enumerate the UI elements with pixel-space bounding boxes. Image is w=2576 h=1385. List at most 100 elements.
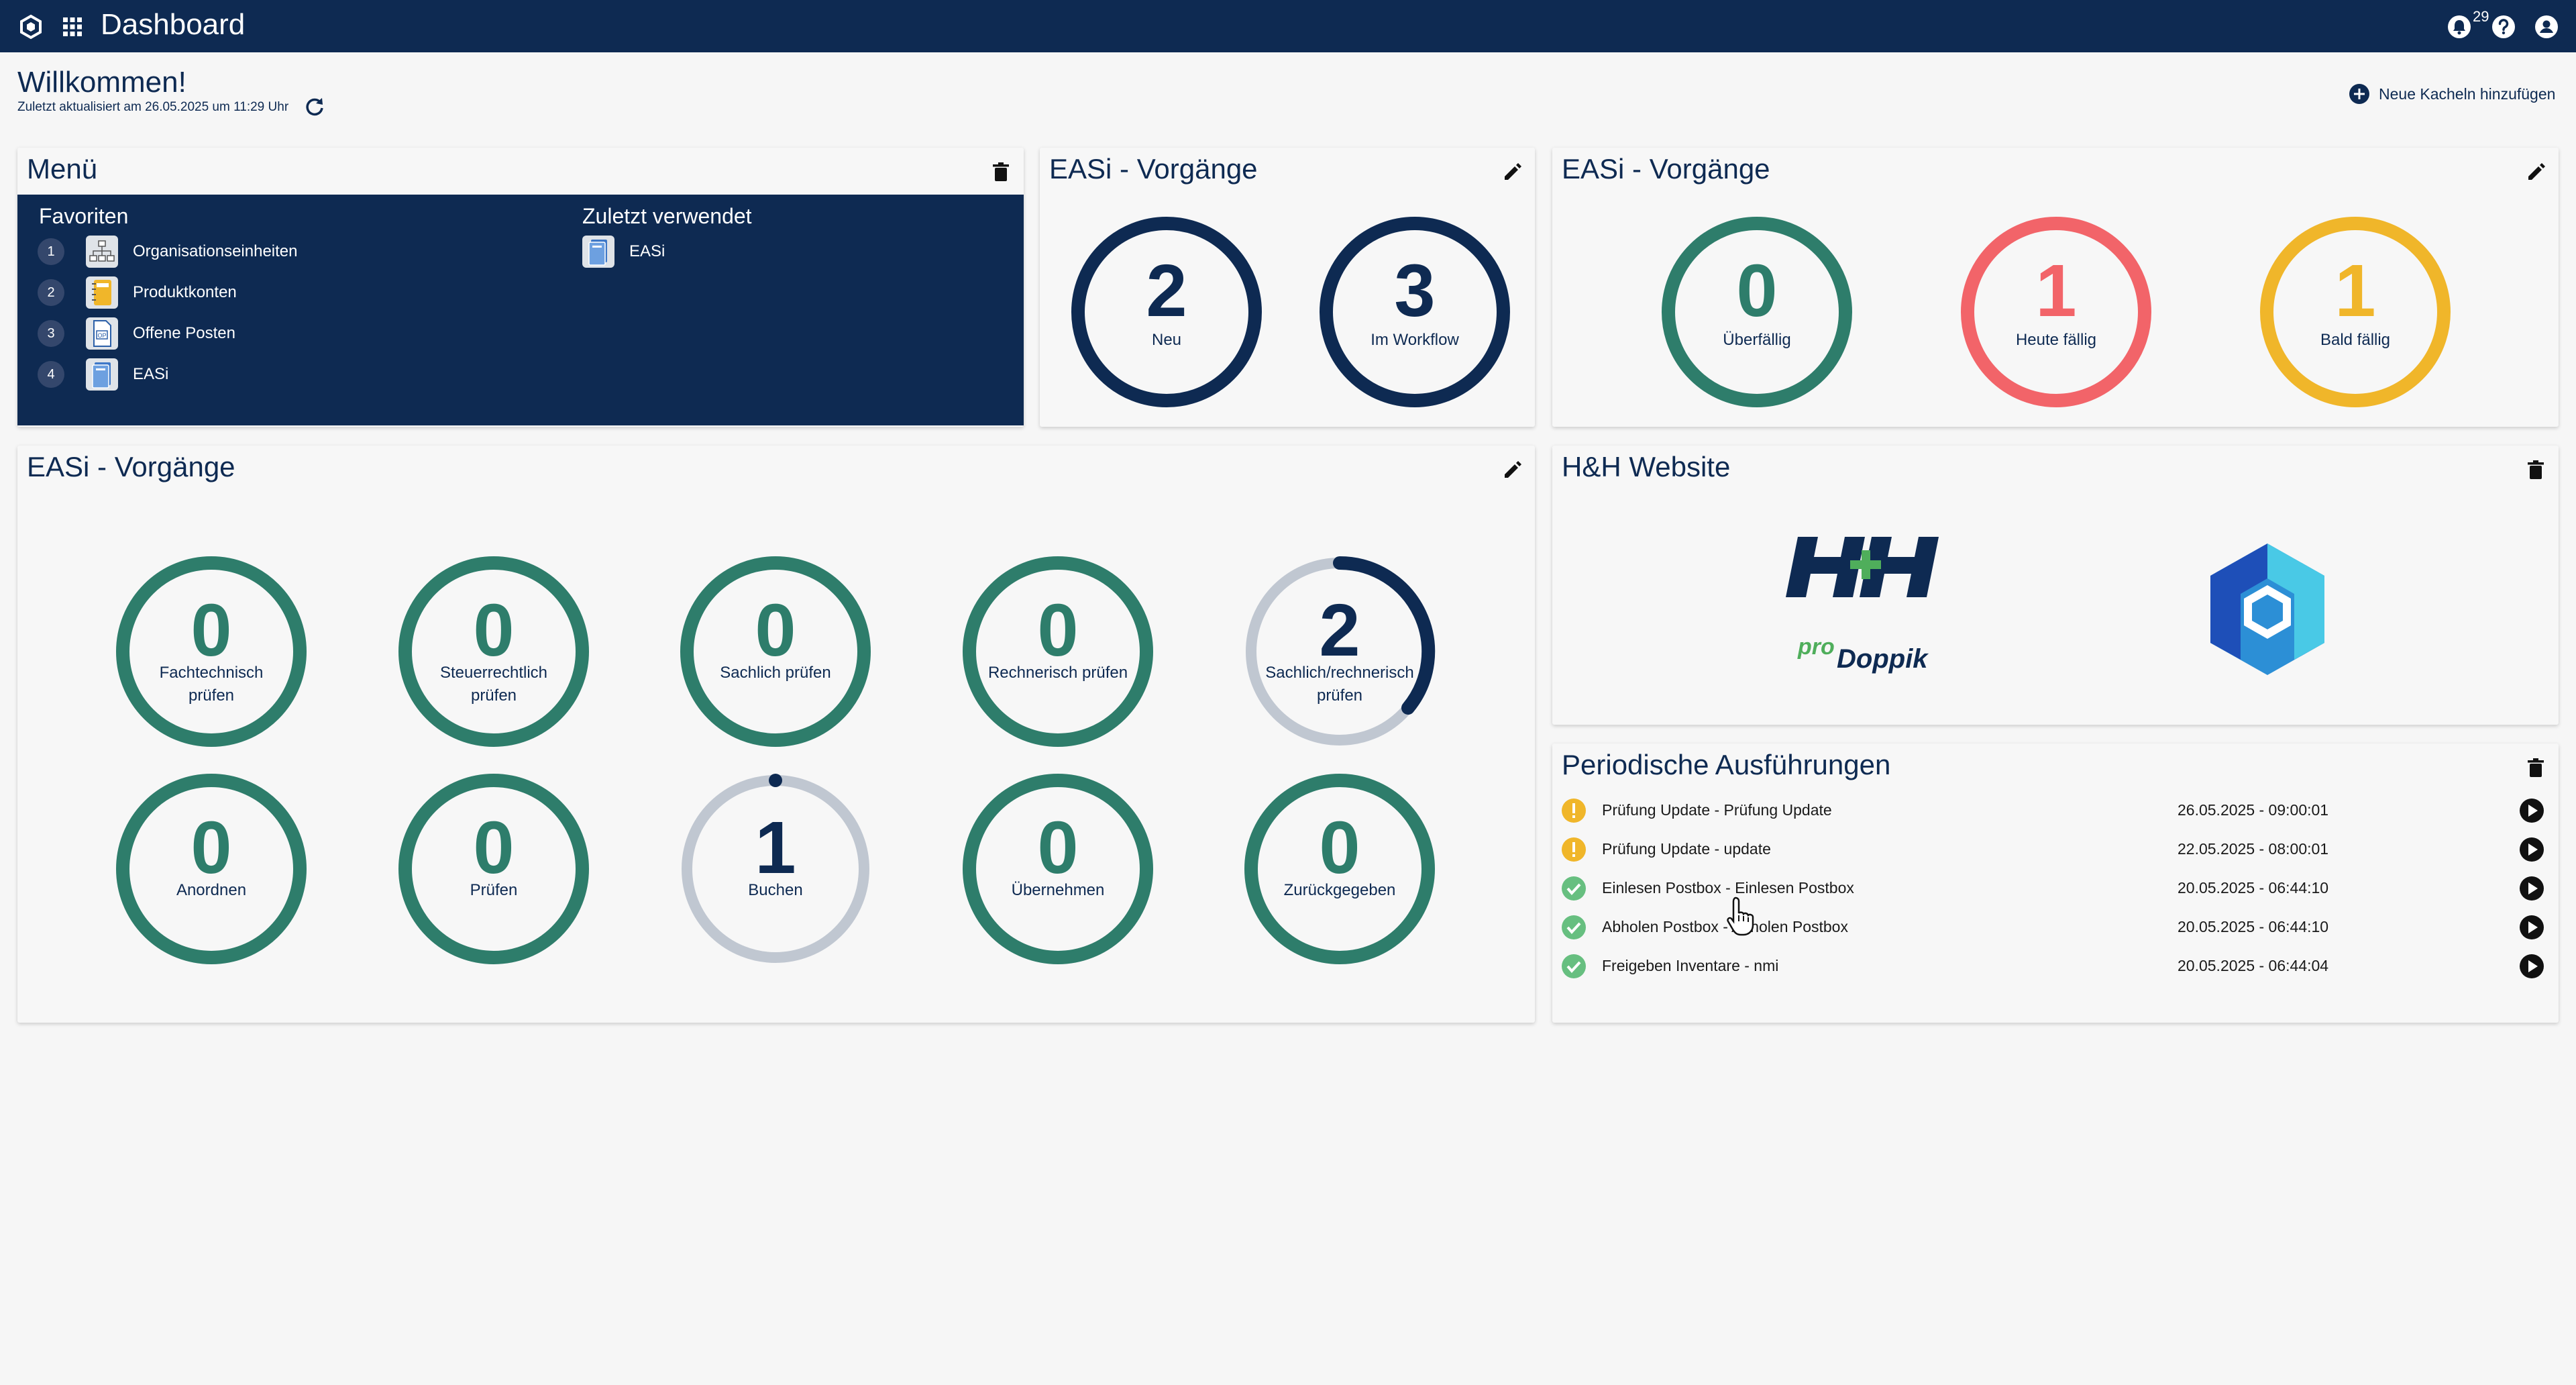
website-card-title: H&H Website	[1562, 451, 1731, 482]
gauge-label-line-2: prüfen	[1316, 686, 1363, 705]
gauge-value: 0	[473, 589, 515, 672]
gauge-label-line-2: prüfen	[470, 686, 517, 705]
menu-card-title: Menü	[27, 153, 98, 185]
gauge-label-line-1: Sachlich prüfen	[720, 664, 831, 682]
add-tiles-label: Neue Kacheln hinzufügen	[2379, 85, 2556, 103]
gauge-sachlich-rechnerisch-pruefen[interactable]: 2 Sachlich/rechnerisch prüfen	[1242, 554, 1437, 749]
gauge-ueberfaellig[interactable]: 0 Überfällig	[1660, 215, 1854, 409]
periodic-date: 20.05.2025 - 06:44:04	[2178, 957, 2329, 974]
periodic-row: Abholen Postbox - Abholen Postbox 20.05.…	[1552, 913, 2559, 942]
gauge-fachtechnisch-pruefen[interactable]: 0 Fachtechnisch prüfen	[114, 554, 309, 749]
favorite-number: 4	[38, 361, 64, 388]
recent-item[interactable]: EASi	[582, 235, 665, 268]
add-tiles-button[interactable]: Neue Kacheln hinzufügen	[2348, 81, 2555, 107]
gauge-label-line-1: Rechnerisch prüfen	[987, 664, 1128, 682]
periodic-executions-card: Periodische Ausführungen Prüfung Update …	[1552, 743, 2559, 1023]
recent-heading: Zuletzt verwendet	[582, 204, 752, 228]
account-icon[interactable]	[2532, 12, 2561, 42]
gauge-value: 0	[1037, 807, 1079, 889]
favorite-item[interactable]: 4 EASi	[38, 358, 168, 391]
gauge-pruefen[interactable]: 0 Prüfen	[396, 772, 591, 966]
gauge-uebernehmen[interactable]: 0 Übernehmen	[961, 772, 1155, 966]
notebook-icon	[86, 276, 118, 309]
play-icon[interactable]	[2518, 797, 2545, 824]
bell-icon[interactable]	[2445, 12, 2474, 42]
periodic-name: Einlesen Postbox - Einlesen Postbox	[1602, 879, 1854, 896]
favorite-item[interactable]: 1 Organisationseinheiten	[38, 235, 298, 268]
gauge-label-line-1: Übernehmen	[1011, 881, 1105, 899]
gauge-value: 0	[755, 589, 796, 672]
gauge-label: Heute fällig	[2015, 331, 2097, 349]
easi-card-title: EASi - Vorgänge	[1049, 153, 1258, 185]
favorite-label: Organisationseinheiten	[133, 242, 298, 260]
periodic-row: Freigeben Inventare - nmi 20.05.2025 - 0…	[1552, 952, 2559, 981]
warning-icon	[1562, 837, 1586, 862]
logo-doppik-text: Doppik	[1837, 644, 1929, 674]
play-icon[interactable]	[2518, 953, 2545, 980]
hand-pointer-cursor-icon	[1727, 896, 1754, 936]
favorite-label: Offene Posten	[133, 324, 235, 342]
periodic-date: 26.05.2025 - 09:00:01	[2178, 801, 2329, 819]
gauge-value: 2	[1146, 250, 1187, 332]
app-logo-icon[interactable]	[16, 12, 46, 42]
check-circle-icon	[1562, 876, 1586, 901]
delete-icon[interactable]	[2524, 756, 2548, 780]
gauge-bald-faellig[interactable]: 1 Bald fällig	[2258, 215, 2453, 409]
periodic-date: 20.05.2025 - 06:44:10	[2178, 918, 2329, 935]
play-icon[interactable]	[2518, 914, 2545, 941]
easi-card-title: EASi - Vorgänge	[27, 451, 235, 482]
apps-grid-icon[interactable]	[58, 12, 87, 42]
gauge-label-line-2: prüfen	[188, 686, 235, 705]
menu-panel: Favoriten Zuletzt verwendet 1 Organisati…	[17, 195, 1024, 425]
edit-icon[interactable]	[1500, 458, 1524, 482]
gauge-value: 0	[1037, 589, 1079, 672]
gauge-label: Neu	[1151, 331, 1182, 349]
gauge-heute-faellig[interactable]: 1 Heute fällig	[1959, 215, 2153, 409]
delete-icon[interactable]	[989, 160, 1013, 184]
edit-icon[interactable]	[1500, 160, 1524, 184]
gauge-sachlich-pruefen[interactable]: 0 Sachlich prüfen	[678, 554, 873, 749]
play-icon[interactable]	[2518, 836, 2545, 863]
hexagon-brand-logo[interactable]	[2194, 537, 2341, 684]
gauge-value: 3	[1394, 250, 1436, 332]
hh-prodoppik-logo[interactable]: pro Doppik	[1778, 530, 1952, 684]
gauge-neu[interactable]: 2 Neu	[1069, 215, 1264, 409]
edit-icon[interactable]	[2524, 160, 2548, 184]
warning-icon	[1562, 799, 1586, 823]
gauge-label-line-1: Sachlich/rechnerisch	[1265, 664, 1414, 682]
top-app-bar: Dashboard 29	[0, 0, 2576, 52]
gauge-label-line-1: Fachtechnisch	[159, 664, 264, 682]
gauge-zurueckgegeben[interactable]: 0 Zurückgegeben	[1242, 772, 1437, 966]
gauge-value: 0	[191, 807, 232, 889]
gauge-label-line-1: Anordnen	[176, 881, 247, 899]
gauge-value: 1	[2334, 250, 2376, 332]
svg-text:OP: OP	[97, 332, 106, 339]
gauge-anordnen[interactable]: 0 Anordnen	[114, 772, 309, 966]
help-icon[interactable]	[2489, 12, 2518, 42]
delete-icon[interactable]	[2524, 458, 2548, 482]
periodic-row: Einlesen Postbox - Einlesen Postbox 20.0…	[1552, 874, 2559, 903]
periodic-row: Prüfung Update - Prüfung Update 26.05.20…	[1552, 796, 2559, 825]
gauge-label-line-1: Prüfen	[470, 881, 518, 899]
periodic-name: Prüfung Update - Prüfung Update	[1602, 801, 1832, 819]
check-circle-icon	[1562, 954, 1586, 978]
menu-card: Menü Favoriten Zuletzt verwendet 1 Organ…	[17, 148, 1024, 427]
gauge-label-line-1: Zurückgegeben	[1283, 881, 1396, 899]
org-chart-icon	[86, 236, 118, 268]
gauge-label-line-1: Steuerrechtlich	[439, 664, 548, 682]
favorite-item[interactable]: 3 OP Offene Posten	[38, 317, 235, 350]
periodic-date: 22.05.2025 - 08:00:01	[2178, 840, 2329, 858]
easi-card-workflow: EASi - Vorgänge 0 Fachtechnisch prüfen 0…	[17, 446, 1535, 1023]
gauge-im-workflow[interactable]: 3 Im Workflow	[1318, 215, 1512, 409]
gauge-steuerrechtlich-pruefen[interactable]: 0 Steuerrechtlich prüfen	[396, 554, 591, 749]
play-icon[interactable]	[2518, 875, 2545, 902]
gauge-rechnerisch-pruefen[interactable]: 0 Rechnerisch prüfen	[961, 554, 1155, 749]
favorite-item[interactable]: 2 Produktkonten	[38, 276, 237, 309]
gauge-buchen[interactable]: 1 Buchen	[678, 772, 873, 966]
gauge-value: 0	[1319, 807, 1360, 889]
favorite-number: 2	[38, 279, 64, 306]
add-circle-icon	[2349, 84, 2369, 104]
favorites-heading: Favoriten	[39, 204, 129, 228]
refresh-icon[interactable]	[303, 95, 326, 118]
gauge-value: 0	[1736, 250, 1778, 332]
